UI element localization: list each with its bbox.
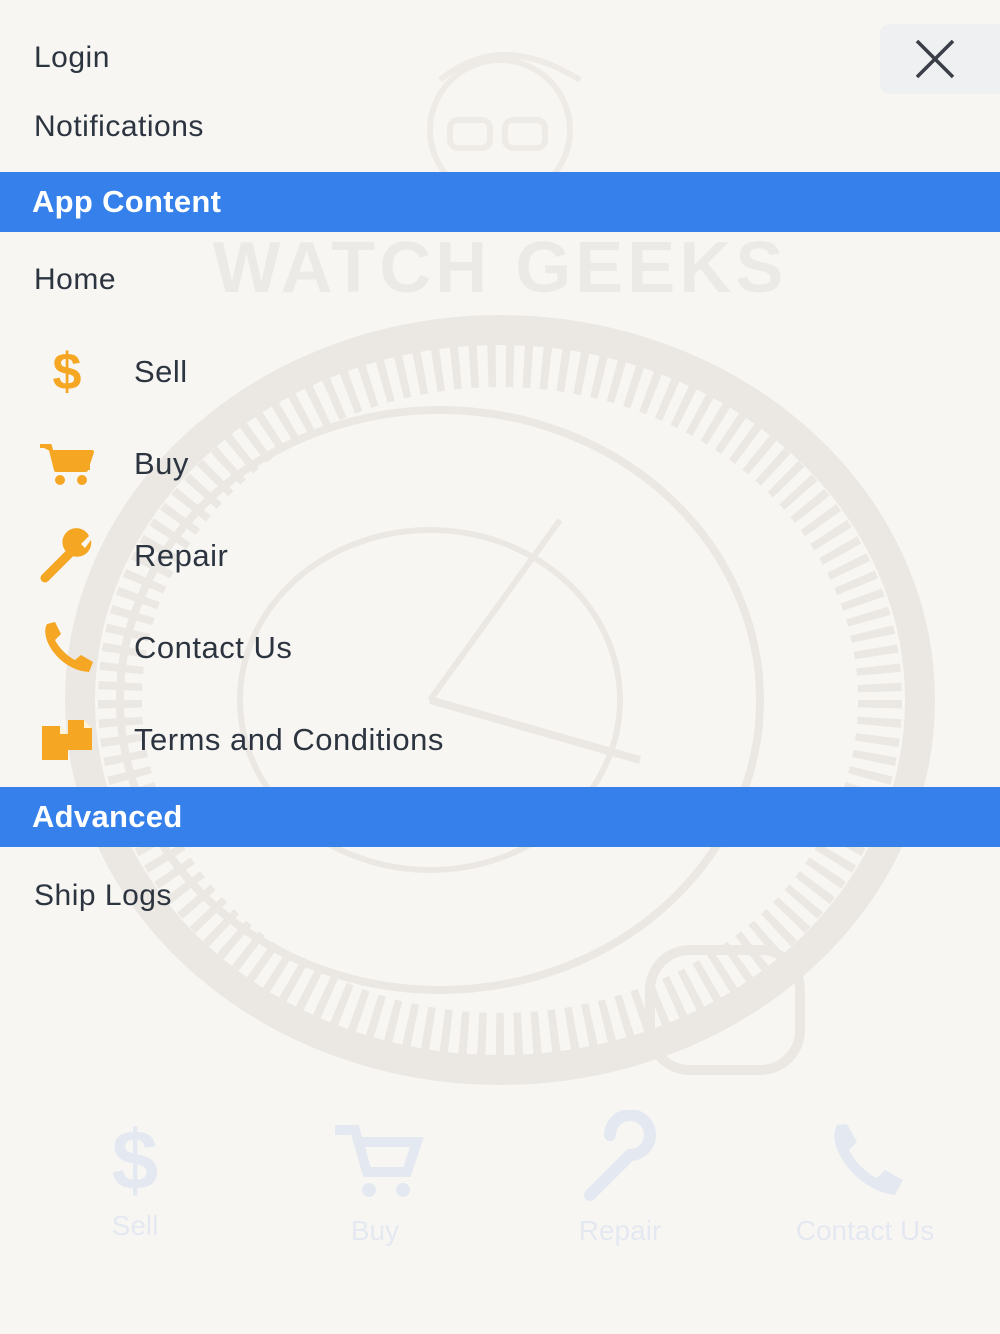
section-advanced-label: Advanced xyxy=(32,799,183,834)
menu-item-home[interactable]: Home xyxy=(0,250,1000,310)
wrench-icon xyxy=(32,521,102,591)
menu-item-notifications[interactable]: Notifications xyxy=(0,97,1000,157)
menu-item-contact-us-label: Contact Us xyxy=(134,630,293,665)
menu-item-terms[interactable]: Terms and Conditions xyxy=(0,705,1000,775)
menu-item-sell[interactable]: $ Sell xyxy=(0,337,1000,407)
section-header-app-content: App Content xyxy=(0,172,1000,232)
menu-item-terms-label: Terms and Conditions xyxy=(134,722,444,757)
side-drawer: Login Notifications App Content Home $ S… xyxy=(0,0,1000,1334)
menu-item-ship-logs-label: Ship Logs xyxy=(34,879,172,912)
menu-item-home-label: Home xyxy=(34,263,117,296)
menu-item-buy[interactable]: Buy xyxy=(0,429,1000,499)
menu-item-ship-logs[interactable]: Ship Logs xyxy=(0,866,1000,926)
menu-item-login-label: Login xyxy=(34,41,110,74)
documents-icon xyxy=(32,705,102,775)
menu-item-login[interactable]: Login xyxy=(0,28,1000,88)
menu-item-sell-label: Sell xyxy=(134,354,188,389)
phone-icon xyxy=(32,613,102,683)
menu-item-notifications-label: Notifications xyxy=(34,110,204,143)
menu-item-repair-label: Repair xyxy=(134,538,229,573)
menu-item-buy-label: Buy xyxy=(134,446,189,481)
dollar-icon: $ xyxy=(52,343,82,401)
section-app-content-label: App Content xyxy=(32,184,222,219)
menu-item-repair[interactable]: Repair xyxy=(0,521,1000,591)
section-header-advanced: Advanced xyxy=(0,787,1000,847)
cart-icon xyxy=(32,429,102,499)
menu-item-contact-us[interactable]: Contact Us xyxy=(0,613,1000,683)
